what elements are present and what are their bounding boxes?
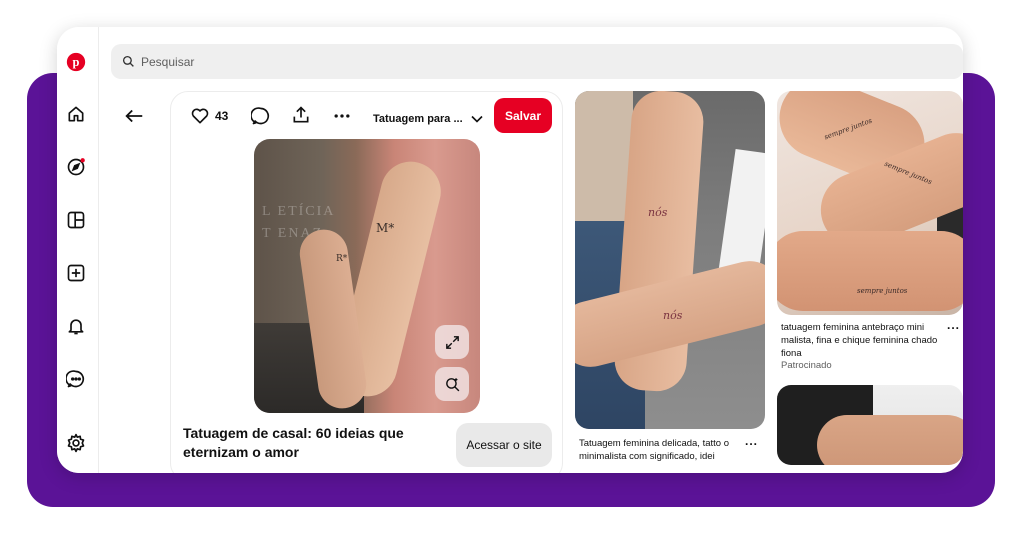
expand-icon	[445, 335, 459, 349]
more-dots-icon	[334, 114, 350, 118]
heart-icon	[191, 108, 209, 124]
board-icon[interactable]	[61, 205, 91, 235]
search-bar[interactable]	[111, 44, 963, 79]
home-icon[interactable]	[61, 99, 91, 129]
feed-pin-caption: Tatuagem feminina delicada, tatto o mini…	[579, 438, 729, 462]
pin-detail-card: 43 Tatuagem para ... Salvar L ETÍCIA T E…	[170, 91, 563, 473]
visual-search-icon	[445, 377, 459, 391]
tattoo-letter: R*	[336, 254, 348, 264]
feed-pin-more-button[interactable]: ...	[745, 434, 758, 448]
feed-pin-image[interactable]: nós nós	[575, 91, 765, 429]
feed-pin[interactable]	[777, 385, 963, 473]
pin-main-image[interactable]: L ETÍCIA T ENAZ M* R*	[254, 139, 480, 413]
share-icon	[293, 106, 309, 123]
search-input[interactable]	[141, 54, 441, 69]
notifications-icon[interactable]	[61, 311, 91, 341]
feed-pin-more-button[interactable]: ...	[947, 318, 960, 332]
expand-button[interactable]	[435, 325, 469, 359]
board-select[interactable]: Tatuagem para ...	[373, 109, 487, 129]
board-select-label: Tatuagem para ...	[373, 113, 463, 125]
visual-search-button[interactable]	[435, 367, 469, 401]
tattoo-text: sempre juntos	[857, 287, 908, 295]
visit-site-button[interactable]: Acessar o site	[456, 423, 552, 467]
comment-button[interactable]	[251, 106, 271, 126]
create-icon[interactable]	[61, 258, 91, 288]
messages-icon[interactable]	[61, 364, 91, 394]
pinterest-logo-icon[interactable]: p	[61, 47, 91, 77]
save-button[interactable]: Salvar	[494, 98, 552, 133]
share-button[interactable]	[291, 105, 311, 125]
feed-pin-image[interactable]	[777, 385, 963, 465]
like-button[interactable]: 43	[190, 106, 228, 126]
browser-window: p Pesquisar 43 Tatuagem para ... Salvar …	[57, 27, 963, 473]
more-options-button[interactable]	[332, 106, 352, 126]
tattoo-text: nós	[648, 206, 668, 219]
pin-toolbar: 43 Tatuagem para ... Salvar	[171, 92, 562, 142]
sidebar: p	[57, 27, 99, 473]
tattoo-letter: M*	[376, 221, 395, 235]
feed-pin-image[interactable]: sempre juntos sempre juntos sempre junto…	[777, 91, 963, 315]
feed-pin-caption: tatuagem feminina antebraço mini malista…	[781, 322, 938, 359]
chevron-down-icon	[471, 115, 483, 123]
like-count: 43	[215, 109, 229, 123]
search-icon	[122, 55, 134, 67]
comment-icon	[251, 107, 270, 125]
svg-text:p: p	[73, 55, 80, 69]
settings-icon[interactable]	[61, 428, 91, 458]
back-button[interactable]	[119, 101, 149, 131]
feed-pin[interactable]: nós nós Tatuagem feminina delicada, tatt…	[575, 91, 765, 473]
pin-title: Tatuagem de casal: 60 ideias que eterniz…	[183, 425, 404, 460]
arrow-left-icon	[125, 109, 143, 123]
explore-icon[interactable]	[61, 152, 91, 182]
sponsored-label: Patrocinado	[781, 360, 832, 371]
feed-pin[interactable]: sempre juntos sempre juntos sempre junto…	[777, 91, 963, 381]
tattoo-text: nós	[663, 309, 683, 322]
